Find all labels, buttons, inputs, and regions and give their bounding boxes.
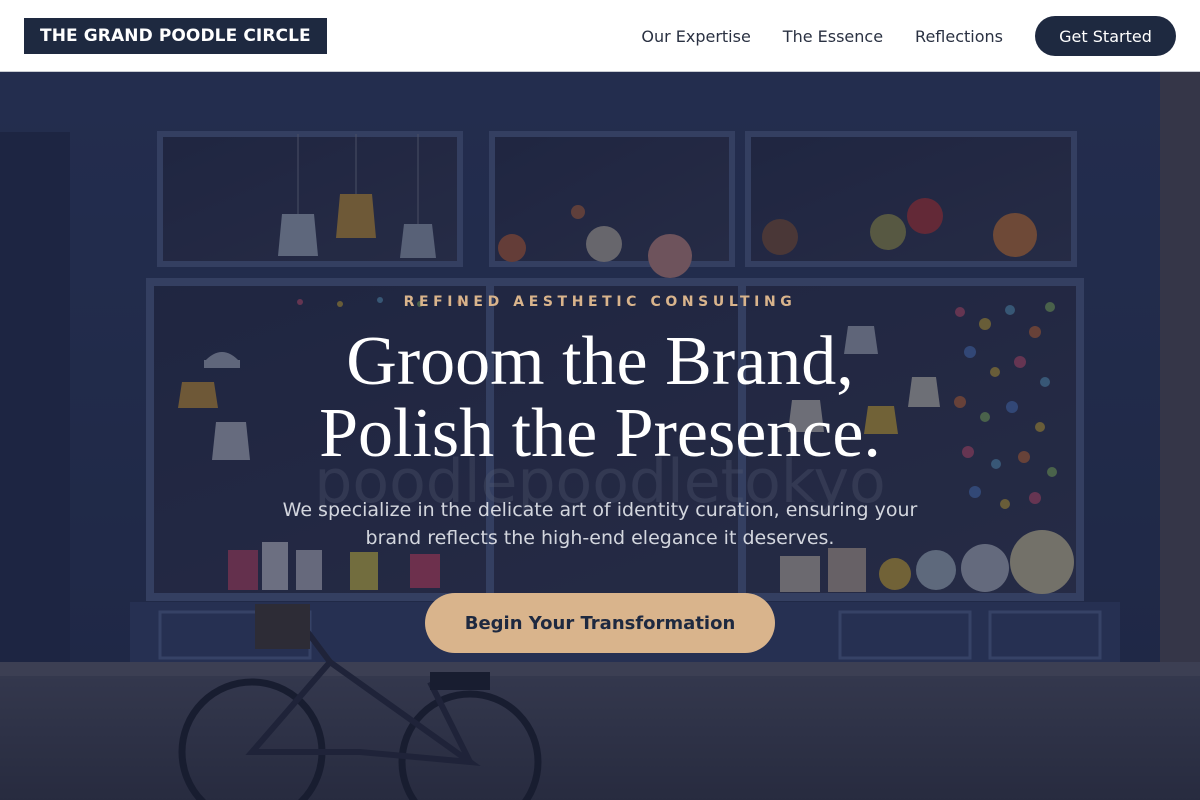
get-started-button[interactable]: Get Started xyxy=(1035,16,1176,56)
hero-subheadline: We specialize in the delicate art of ide… xyxy=(250,496,950,552)
hero-subheadline-line-2: brand reflects the high-end elegance it … xyxy=(365,527,835,549)
hero-content: REFINED AESTHETIC CONSULTING Groom the B… xyxy=(0,72,1200,800)
hero-section: poodlepoodletokyo REFINED AESTHETIC CONS… xyxy=(0,72,1200,800)
hero-headline: Groom the Brand, Polish the Presence. xyxy=(0,326,1200,470)
hero-subheadline-line-1: We specialize in the delicate art of ide… xyxy=(282,499,918,521)
main-nav: Our Expertise The Essence Reflections xyxy=(609,0,1003,72)
hero-headline-line-1: Groom the Brand, xyxy=(346,323,854,400)
nav-link-the-essence[interactable]: The Essence xyxy=(783,27,883,46)
begin-transformation-button[interactable]: Begin Your Transformation xyxy=(425,593,775,653)
hero-eyebrow: REFINED AESTHETIC CONSULTING xyxy=(403,294,797,310)
hero-headline-line-2: Polish the Presence. xyxy=(319,395,881,472)
nav-link-reflections[interactable]: Reflections xyxy=(915,27,1003,46)
nav-link-our-expertise[interactable]: Our Expertise xyxy=(641,27,750,46)
top-navbar: THE GRAND POODLE CIRCLE Our Expertise Th… xyxy=(0,0,1200,72)
brand-logo[interactable]: THE GRAND POODLE CIRCLE xyxy=(24,18,327,54)
